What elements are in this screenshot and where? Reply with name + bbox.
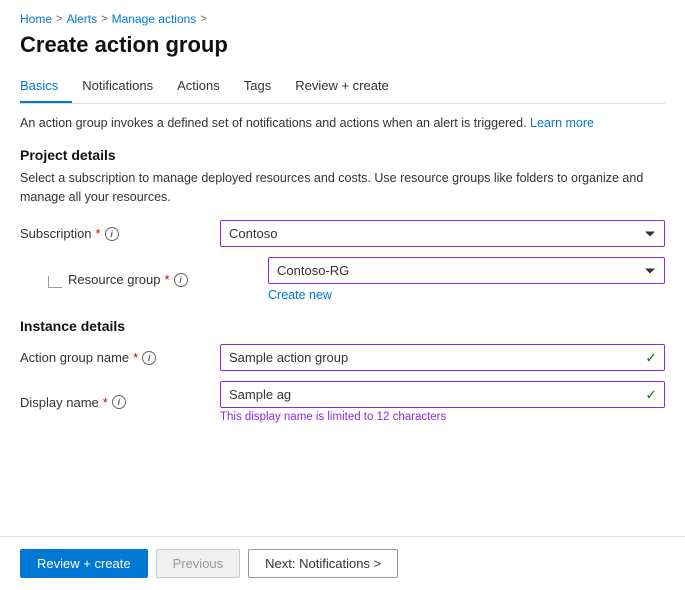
action-group-name-control: ✓ (220, 344, 665, 371)
display-name-label-text: Display name (20, 395, 99, 410)
subscription-label-text: Subscription (20, 226, 92, 241)
display-name-info-icon[interactable]: i (112, 395, 126, 409)
page-container: Home > Alerts > Manage actions > Create … (0, 0, 685, 590)
display-name-control: ✓ This display name is limited to 12 cha… (220, 381, 665, 423)
display-name-input[interactable] (220, 381, 665, 408)
action-group-name-required: * (133, 350, 138, 365)
indent-connector (48, 276, 62, 288)
action-group-name-check-icon: ✓ (645, 349, 657, 366)
display-name-row: Display name * i ✓ This display name is … (20, 381, 665, 423)
learn-more-link[interactable]: Learn more (530, 116, 594, 130)
subscription-row: Subscription * i Contoso (20, 220, 665, 247)
project-details-desc: Select a subscription to manage deployed… (20, 169, 665, 207)
display-name-required: * (103, 395, 108, 410)
subscription-required: * (96, 226, 101, 241)
action-group-name-input-wrapper: ✓ (220, 344, 665, 371)
resource-group-select-wrapper: Contoso-RG (268, 257, 665, 284)
display-name-check-icon: ✓ (645, 386, 657, 403)
subscription-label: Subscription * i (20, 226, 220, 241)
action-group-name-input[interactable] (220, 344, 665, 371)
resource-group-label-text: Resource group (68, 272, 161, 287)
page-title: Create action group (20, 32, 665, 58)
subscription-select[interactable]: Contoso (220, 220, 665, 247)
subscription-info-icon[interactable]: i (105, 227, 119, 241)
previous-button[interactable]: Previous (156, 549, 241, 578)
next-notifications-button[interactable]: Next: Notifications > (248, 549, 398, 578)
resource-group-select[interactable]: Contoso-RG (268, 257, 665, 284)
breadcrumb-sep-3: > (200, 13, 206, 25)
resource-group-row: Resource group * i Contoso-RG Create new (48, 257, 665, 302)
tab-basics[interactable]: Basics (20, 72, 72, 103)
main-content: Home > Alerts > Manage actions > Create … (0, 0, 685, 536)
tab-actions[interactable]: Actions (177, 72, 234, 103)
resource-group-required: * (165, 272, 170, 287)
breadcrumb-manage-actions[interactable]: Manage actions (112, 12, 197, 26)
subscription-select-wrapper: Contoso (220, 220, 665, 247)
tab-notifications[interactable]: Notifications (82, 72, 167, 103)
subscription-control: Contoso (220, 220, 665, 247)
resource-group-info-icon[interactable]: i (174, 273, 188, 287)
display-name-input-wrapper: ✓ (220, 381, 665, 408)
resource-group-control: Contoso-RG Create new (268, 257, 665, 302)
info-banner: An action group invokes a defined set of… (20, 114, 665, 133)
breadcrumb-sep-1: > (56, 13, 62, 25)
action-group-name-row: Action group name * i ✓ (20, 344, 665, 371)
display-name-label: Display name * i (20, 395, 220, 410)
action-group-name-info-icon[interactable]: i (142, 351, 156, 365)
info-banner-text: An action group invokes a defined set of… (20, 116, 527, 130)
breadcrumb-home[interactable]: Home (20, 12, 52, 26)
project-details-header: Project details (20, 147, 665, 163)
tabs-bar: Basics Notifications Actions Tags Review… (20, 72, 665, 104)
review-create-button[interactable]: Review + create (20, 549, 148, 578)
action-group-name-label: Action group name * i (20, 350, 220, 365)
tab-review-create[interactable]: Review + create (295, 72, 403, 103)
action-group-name-label-text: Action group name (20, 350, 129, 365)
tab-tags[interactable]: Tags (244, 72, 285, 103)
breadcrumb: Home > Alerts > Manage actions > (20, 12, 665, 26)
display-name-hint: This display name is limited to 12 chara… (220, 411, 665, 423)
instance-details-header: Instance details (20, 318, 665, 334)
footer: Review + create Previous Next: Notificat… (0, 537, 685, 590)
create-new-link[interactable]: Create new (268, 288, 332, 302)
resource-group-label: Resource group * i (68, 272, 268, 287)
breadcrumb-sep-2: > (101, 13, 107, 25)
breadcrumb-alerts[interactable]: Alerts (66, 12, 97, 26)
